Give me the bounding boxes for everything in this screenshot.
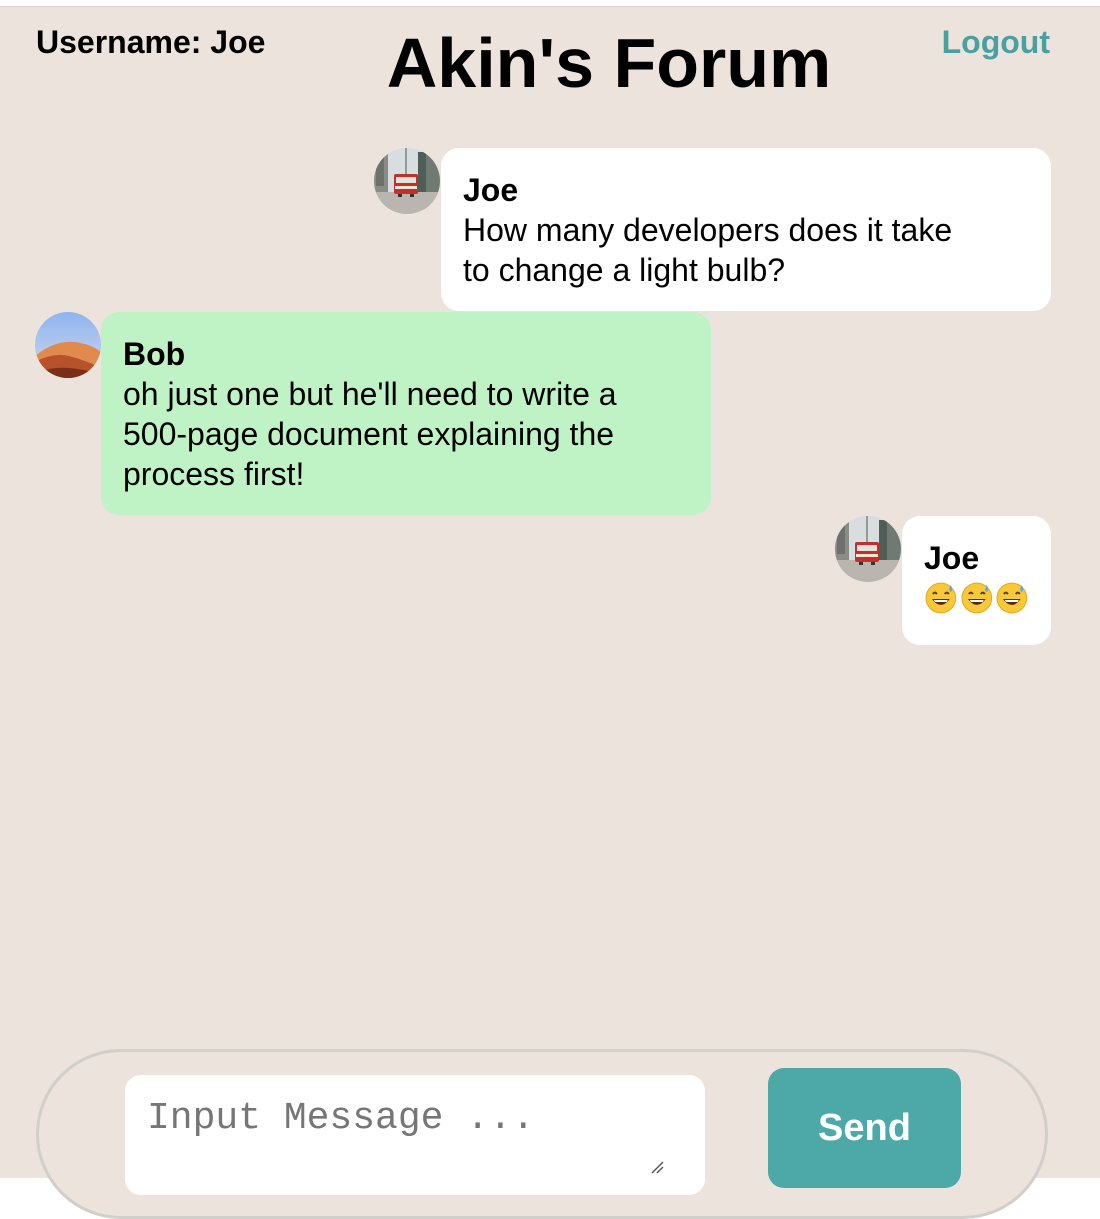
joe-avatar <box>374 148 440 214</box>
grinning-face-with-sweat-icon <box>996 582 1028 614</box>
message-text-line: 500-page document explaining the <box>123 416 615 452</box>
logout-link[interactable]: Logout <box>942 24 1050 60</box>
message-text-line: to change a light bulb? <box>463 252 786 288</box>
message-text-line: process first! <box>123 456 305 492</box>
grinning-face-with-sweat-icon <box>961 582 992 614</box>
message-text-line: How many developers does it take <box>463 212 953 248</box>
message-text-line: oh just one but he'll need to write a <box>123 376 617 412</box>
message-bubble-2: Bob oh just one but he'll need to write … <box>101 312 711 515</box>
message-bubble-1: Joe How many developers does it take to … <box>441 148 1051 311</box>
message-sender: Joe <box>463 172 519 208</box>
page-title: Akin's Forum <box>386 24 832 102</box>
forum-page: Username: Joe Akin's Forum Logout Joe Ho… <box>0 6 1100 1219</box>
tram-street-photo <box>835 516 901 582</box>
message-sender: Joe <box>924 540 980 576</box>
message-bubble-3: Joe <box>902 516 1051 645</box>
message-input[interactable] <box>125 1075 705 1195</box>
bob-avatar <box>35 312 101 378</box>
send-button[interactable]: Send <box>768 1068 961 1188</box>
desert-dune-photo <box>35 312 101 378</box>
joe-avatar <box>835 516 901 582</box>
message-sender: Bob <box>123 336 186 372</box>
tram-street-photo <box>374 148 440 214</box>
grinning-face-with-sweat-icon <box>925 582 957 614</box>
message-emoji-text <box>924 578 1029 618</box>
resize-grip-icon[interactable] <box>650 1160 664 1174</box>
